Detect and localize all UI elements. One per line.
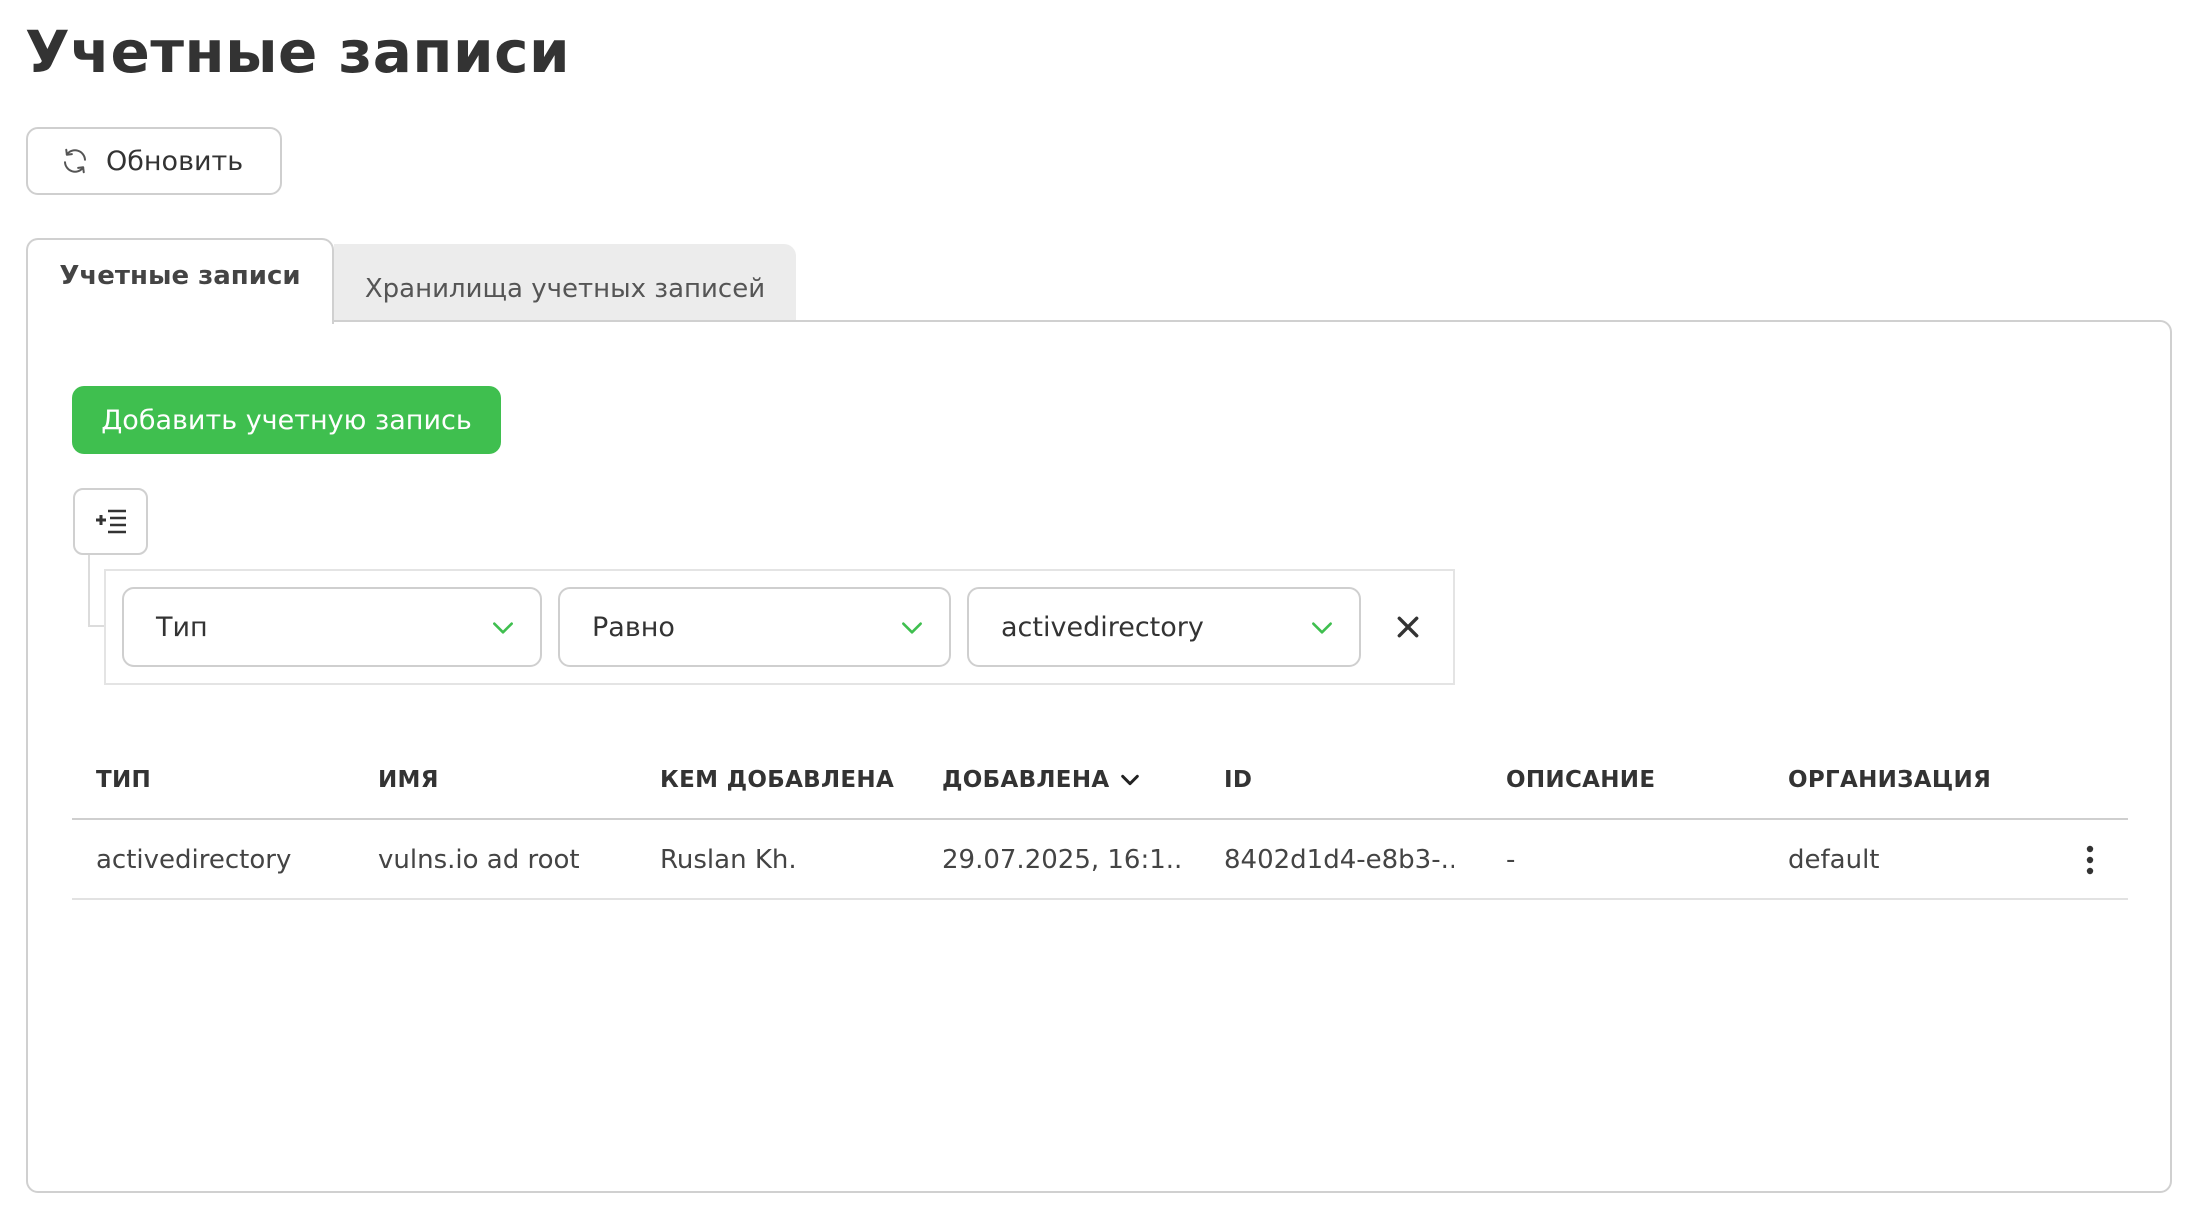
column-header-added-by[interactable]: КЕМ ДОБАВЛЕНА	[660, 740, 920, 820]
filter-value-select[interactable]: activedirectory	[967, 587, 1361, 667]
page-title: Учетные записи	[25, 18, 571, 86]
tab-account-stores-label: Хранилища учетных записей	[364, 274, 766, 304]
refresh-button[interactable]: Обновить	[26, 127, 282, 195]
column-header-description[interactable]: ОПИСАНИЕ	[1506, 740, 1766, 820]
column-header-added-at-label: ДОБАВЛЕНА	[942, 767, 1110, 793]
column-header-name[interactable]: ИМЯ	[378, 740, 638, 820]
column-header-type[interactable]: ТИП	[96, 740, 356, 820]
accounts-table: ТИП ИМЯ КЕМ ДОБАВЛЕНА ДОБАВЛЕНА ID ОПИСА…	[72, 740, 2128, 900]
cell-name: vulns.io ad root	[378, 845, 580, 875]
cell-type: activedirectory	[96, 845, 292, 875]
refresh-icon	[60, 146, 90, 176]
cell-description: -	[1506, 845, 1516, 875]
filter-operator-select[interactable]: Равно	[558, 587, 951, 667]
tab-accounts[interactable]: Учетные записи	[26, 238, 334, 324]
chevron-down-icon	[1312, 622, 1332, 634]
sort-desc-icon	[1121, 774, 1140, 786]
column-header-id[interactable]: ID	[1224, 740, 1454, 820]
table-row[interactable]: activedirectory vulns.io ad root Ruslan …	[72, 820, 2128, 900]
filter-value-value: activedirectory	[1001, 611, 1204, 643]
tab-account-stores[interactable]: Хранилища учетных записей	[334, 244, 796, 322]
cell-added-at: 29.07.2025, 16:1...	[942, 845, 1182, 875]
cell-id: 8402d1d4-e8b3-...	[1224, 845, 1454, 875]
refresh-button-label: Обновить	[106, 145, 244, 177]
tab-accounts-label: Учетные записи	[59, 261, 301, 291]
remove-filter-button[interactable]	[1388, 607, 1428, 647]
add-account-button[interactable]: Добавить учетную запись	[72, 386, 501, 454]
cell-added-by: Ruslan Kh.	[660, 845, 797, 875]
filter-field-select[interactable]: Тип	[122, 587, 542, 667]
add-filter-icon	[95, 509, 126, 533]
filter-operator-value: Равно	[592, 611, 675, 643]
cell-organization: default	[1788, 845, 1880, 875]
column-header-added-at[interactable]: ДОБАВЛЕНА	[942, 740, 1182, 820]
chevron-down-icon	[902, 622, 922, 634]
table-header: ТИП ИМЯ КЕМ ДОБАВЛЕНА ДОБАВЛЕНА ID ОПИСА…	[72, 740, 2128, 820]
add-filter-button[interactable]	[73, 488, 148, 555]
chevron-down-icon	[493, 622, 513, 634]
close-icon	[1397, 616, 1419, 638]
row-menu-button[interactable]	[2070, 840, 2110, 880]
column-header-organization[interactable]: ОРГАНИЗАЦИЯ	[1788, 740, 2048, 820]
filter-field-value: Тип	[156, 611, 208, 643]
more-vertical-icon	[2086, 845, 2094, 875]
